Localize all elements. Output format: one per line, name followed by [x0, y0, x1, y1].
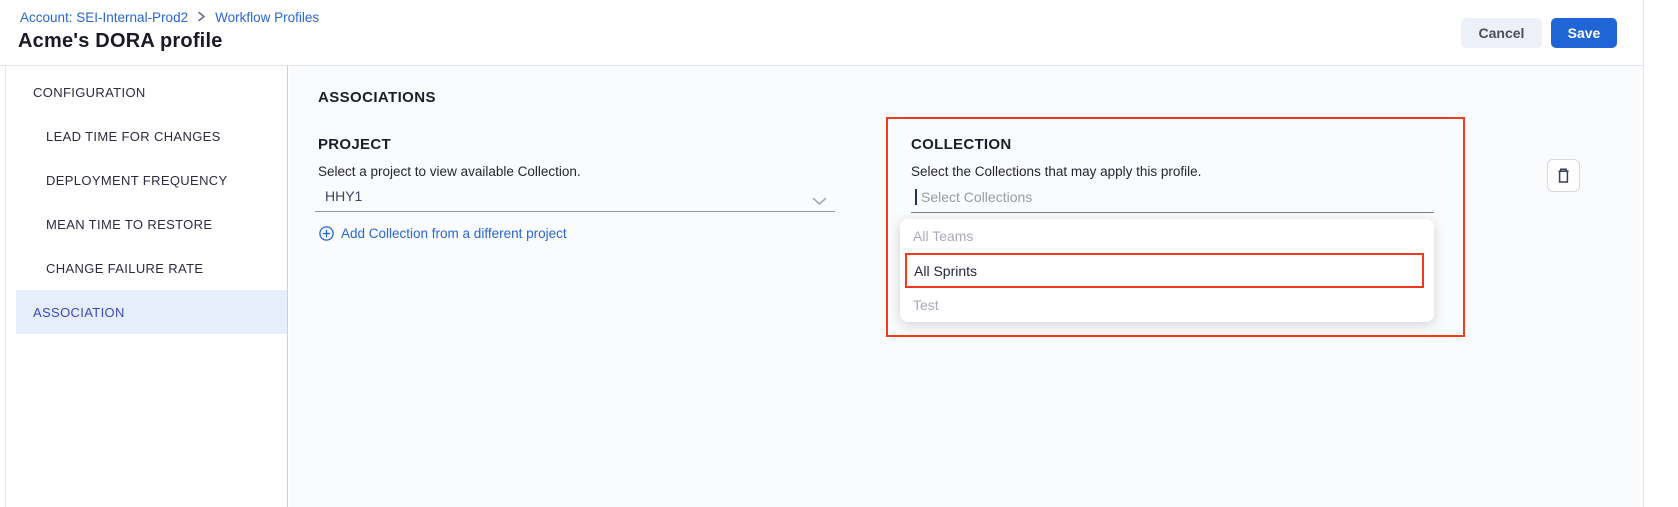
page-header: Account: SEI-Internal-Prod2 Workflow Pro… [0, 0, 1643, 66]
page-title: Acme's DORA profile [18, 30, 223, 53]
project-select[interactable]: HHY1 [315, 185, 835, 212]
delete-association-button[interactable] [1547, 159, 1580, 192]
associations-heading: ASSOCIATIONS [318, 89, 436, 106]
sidebar-item-configuration[interactable]: CONFIGURATION [16, 70, 287, 114]
sidebar-item-deployment-frequency[interactable]: DEPLOYMENT FREQUENCY [16, 158, 287, 202]
dropdown-option-test[interactable]: Test [900, 288, 1434, 322]
collections-dropdown-menu: All Teams All Sprints Test [900, 219, 1434, 322]
breadcrumb: Account: SEI-Internal-Prod2 Workflow Pro… [20, 10, 319, 25]
collections-search-input[interactable]: Select Collections [911, 185, 1434, 213]
trash-icon [1555, 167, 1572, 185]
breadcrumb-account-link[interactable]: Account: SEI-Internal-Prod2 [20, 10, 188, 25]
sidebar-item-lead-time-for-changes[interactable]: LEAD TIME FOR CHANGES [16, 114, 287, 158]
sidebar-item-change-failure-rate[interactable]: CHANGE FAILURE RATE [16, 246, 287, 290]
add-collection-link[interactable]: Add Collection from a different project [319, 226, 567, 241]
add-collection-link-label: Add Collection from a different project [341, 226, 567, 241]
cancel-button[interactable]: Cancel [1461, 18, 1542, 48]
save-button[interactable]: Save [1551, 18, 1617, 48]
breadcrumb-separator-icon [197, 10, 206, 25]
dropdown-option-all-sprints[interactable]: All Sprints [905, 253, 1424, 288]
sidebar-item-mean-time-to-restore[interactable]: MEAN TIME TO RESTORE [16, 202, 287, 246]
project-description: Select a project to view available Colle… [318, 164, 581, 179]
project-heading: PROJECT [318, 136, 391, 153]
dropdown-option-all-teams[interactable]: All Teams [900, 219, 1434, 253]
workflow-profile-page: Account: SEI-Internal-Prod2 Workflow Pro… [0, 0, 1644, 507]
circle-plus-icon [319, 226, 334, 241]
profile-nav-sidebar: CONFIGURATION LEAD TIME FOR CHANGES DEPL… [5, 66, 288, 507]
text-cursor [915, 189, 917, 205]
collections-input-placeholder: Select Collections [921, 189, 1032, 205]
header-actions: Cancel Save [1461, 18, 1617, 48]
breadcrumb-workflow-profiles-link[interactable]: Workflow Profiles [215, 10, 319, 25]
chevron-down-icon [812, 193, 827, 211]
sidebar-item-association[interactable]: ASSOCIATION [16, 290, 287, 334]
associations-panel: ASSOCIATIONS PROJECT Select a project to… [289, 66, 1643, 507]
project-select-value: HHY1 [325, 188, 362, 204]
